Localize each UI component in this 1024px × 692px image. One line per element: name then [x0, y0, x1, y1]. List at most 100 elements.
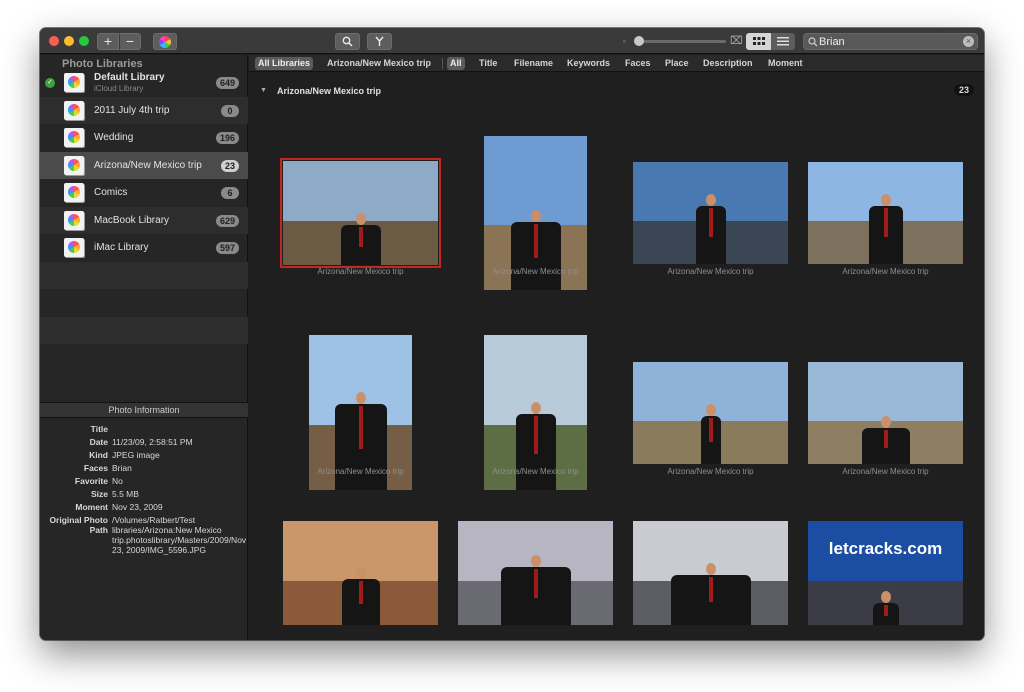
photos-library-icon: [64, 183, 84, 202]
empty-row: [40, 344, 248, 372]
photo-thumbnail[interactable]: [283, 521, 438, 625]
photo-thumbnail[interactable]: [633, 362, 788, 464]
empty-row: [40, 289, 248, 317]
person-head: [531, 210, 541, 222]
library-name: 2011 July 4th trip: [94, 104, 170, 116]
library-row[interactable]: 2011 July 4th trip 0: [40, 96, 248, 124]
info-key: Title: [90, 424, 108, 434]
person-head: [881, 416, 891, 428]
library-row[interactable]: Comics 6: [40, 179, 248, 207]
merge-arrows-icon: [375, 36, 384, 46]
info-value: 5.5 MB: [112, 489, 139, 499]
library-row[interactable]: ✓ Default Library iCloud Library 649: [40, 69, 248, 97]
person-figure: [501, 555, 571, 625]
photo-thumbnail[interactable]: [808, 362, 963, 464]
grid-view-button[interactable]: [746, 33, 771, 50]
person-head: [531, 402, 541, 414]
person-head: [356, 392, 366, 404]
photo-info-panel: Title Date 11/23/09, 2:58:51 PM Kind JPEG im…: [40, 423, 248, 555]
info-value: Nov 23, 2009: [112, 502, 163, 512]
library-row[interactable]: Wedding 196: [40, 124, 248, 152]
person-figure: [701, 404, 721, 464]
search-input[interactable]: [819, 35, 959, 48]
person-figure: [341, 213, 381, 265]
person-figure: [511, 210, 561, 290]
library-row[interactable]: Arizona/New Mexico trip 23: [40, 151, 248, 179]
info-row: Date 11/23/09, 2:58:51 PM: [40, 436, 248, 449]
info-row: Kind JPEG image: [40, 449, 248, 462]
magnifier-icon: [342, 36, 353, 47]
info-key: Moment: [75, 502, 108, 512]
thumbnail-size-slider[interactable]: [634, 40, 726, 43]
small-thumbnail-icon: ▫: [623, 37, 626, 46]
photo-caption: Arizona/New Mexico trip: [842, 467, 929, 476]
person-shirt: [884, 430, 888, 448]
person-head: [356, 567, 366, 579]
library-row[interactable]: iMac Library 597: [40, 234, 248, 262]
info-key: Original Photo Path: [49, 515, 108, 535]
photo-thumbnail[interactable]: [633, 521, 788, 625]
photos-library-icon: [64, 210, 84, 230]
clear-search-icon[interactable]: ×: [963, 36, 974, 47]
library-name: MacBook Library: [94, 214, 170, 226]
list-view-button[interactable]: [771, 33, 795, 50]
library-name: Wedding: [94, 132, 134, 143]
library-subtitle: iCloud Library: [94, 84, 144, 93]
photo-thumbnail[interactable]: [280, 158, 441, 268]
library-list: ✓ Default Library iCloud Library 649 2011 Ju…: [40, 69, 248, 372]
info-key: Faces: [83, 463, 108, 473]
person-head: [881, 194, 891, 206]
merge-button[interactable]: [367, 33, 392, 50]
thumbnail-size-slider-knob[interactable]: [634, 36, 644, 46]
remove-library-button[interactable]: −: [119, 33, 141, 50]
person-figure: [342, 567, 380, 625]
open-in-photos-button[interactable]: [153, 33, 177, 50]
library-name: Arizona/New Mexico trip: [94, 159, 202, 171]
photo-thumbnail[interactable]: [808, 162, 963, 264]
photo-caption: Arizona/New Mexico trip: [667, 467, 754, 476]
search-field[interactable]: ×: [803, 33, 978, 50]
photo-caption: Arizona/New Mexico trip: [317, 467, 404, 476]
library-count-badge: 23: [220, 159, 239, 172]
results-pane: All Libraries Arizona/New Mexico trip All T…: [249, 55, 984, 640]
library-name: Default Library: [94, 72, 165, 83]
person-shirt: [884, 605, 888, 616]
photos-library-icon: [64, 155, 84, 175]
close-window-button[interactable]: [49, 36, 59, 46]
info-row: Faces Brian: [40, 462, 248, 475]
grid-icon: [752, 37, 765, 45]
info-value: Brian: [112, 463, 132, 473]
person-shirt: [709, 418, 713, 442]
info-row: Favorite No: [40, 475, 248, 488]
person-shirt: [709, 208, 713, 237]
info-row: Moment Nov 23, 2009: [40, 501, 248, 514]
photo-thumbnail[interactable]: [458, 521, 613, 625]
person-shirt: [534, 224, 538, 258]
person-head: [706, 194, 716, 206]
search-icon: [808, 37, 818, 47]
info-row: Title: [40, 423, 248, 436]
person-shirt: [884, 208, 888, 237]
info-row: Original Photo Path/Volumes/Ratbert/Test…: [40, 514, 248, 555]
zoom-window-button[interactable]: [79, 36, 89, 46]
library-row[interactable]: MacBook Library 629: [40, 206, 248, 234]
photo-thumbnail[interactable]: letcracks.com: [808, 521, 963, 625]
photos-library-icon: [64, 100, 84, 120]
person-figure: [696, 194, 726, 264]
minimize-window-button[interactable]: [64, 36, 74, 46]
photo-thumbnail[interactable]: [633, 162, 788, 264]
photo-caption: Arizona/New Mexico trip: [842, 267, 929, 276]
person-figure: [869, 194, 903, 264]
person-shirt: [359, 406, 363, 449]
add-library-button[interactable]: +: [97, 33, 119, 50]
person-shirt: [534, 416, 538, 454]
sidebar: Photo Libraries ✓ Default Library iCloud L…: [40, 55, 248, 640]
list-icon: [777, 37, 789, 46]
find-button[interactable]: [335, 33, 360, 50]
library-count-badge: 196: [215, 132, 239, 144]
photo-caption: Arizona/New Mexico trip: [667, 267, 754, 276]
info-key: Size: [90, 489, 108, 499]
photos-app-icon: [159, 36, 171, 48]
info-value: JPEG image: [112, 450, 160, 460]
person-head: [531, 555, 541, 567]
